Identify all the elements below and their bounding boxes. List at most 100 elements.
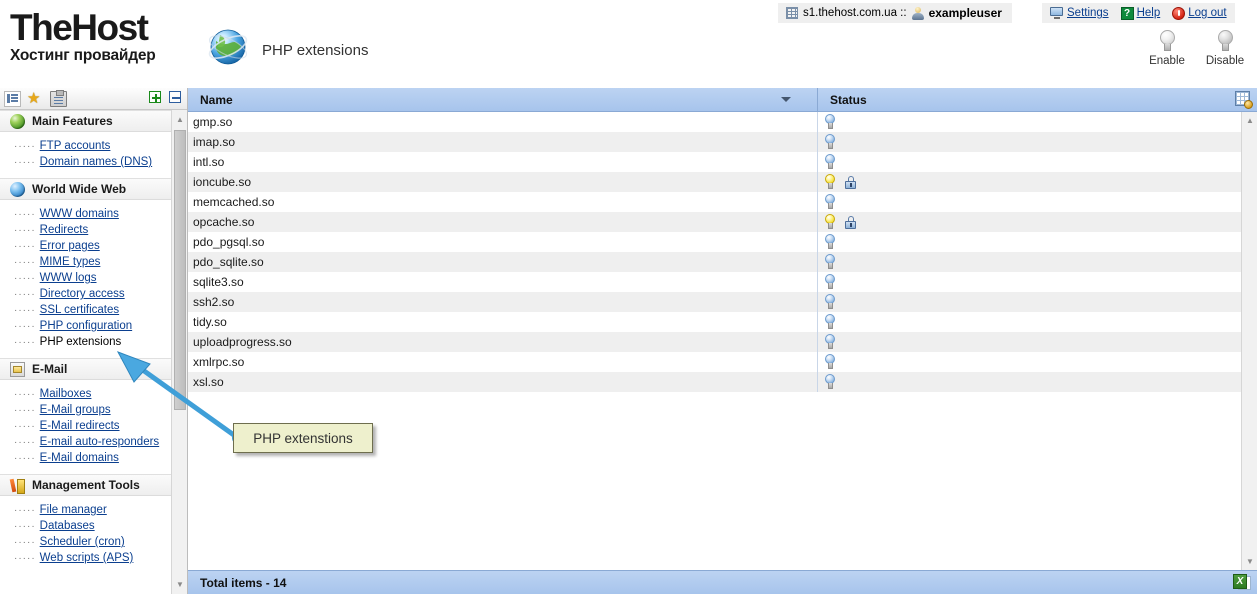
list-view-icon[interactable] [4,90,21,107]
sidebar-item-scheduler-cron[interactable]: ····· Scheduler (cron) [0,534,172,550]
excel-export-icon[interactable]: X [1233,574,1251,591]
sidebar-scrollbar[interactable]: ▲ ▼ [171,110,187,594]
sidebar-item-label[interactable]: E-Mail domains [40,452,119,464]
table-row[interactable]: uploadprogress.so [188,332,1241,352]
sidebar-item-label[interactable]: FTP accounts [40,140,111,152]
table-row[interactable]: gmp.so [188,112,1241,132]
sidebar-item-email-domains[interactable]: ····· E-Mail domains [0,450,172,466]
collapse-all-button[interactable] [169,91,181,103]
logout-link[interactable]: Log out [1188,7,1226,19]
sidebar-item-php-extensions[interactable]: ····· PHP extensions [0,334,172,350]
lightbulb-off-icon[interactable] [824,134,836,150]
table-row[interactable]: xsl.so [188,372,1241,392]
star-favorites-icon[interactable]: ★ [27,91,44,107]
sidebar-section-title: Main Features [32,114,113,128]
lightbulb-off-icon[interactable] [824,274,836,290]
table-row[interactable]: pdo_pgsql.so [188,232,1241,252]
tree-dots: ····· [14,388,36,400]
sidebar-section-email[interactable]: E-Mail [0,358,172,380]
sidebar-item-label[interactable]: Directory access [40,288,125,300]
lightbulb-on-icon[interactable] [824,214,836,230]
sidebar-item-label[interactable]: MIME types [40,256,101,268]
sidebar-item-ftp-accounts[interactable]: ····· FTP accounts [0,138,172,154]
sidebar-item-redirects[interactable]: ····· Redirects [0,222,172,238]
sidebar-item-mailboxes[interactable]: ····· Mailboxes [0,386,172,402]
sidebar-links-management-tools: ····· File manager ····· Databases ·····… [0,496,172,574]
sidebar-section-management-tools[interactable]: Management Tools [0,474,172,496]
sidebar-item-label[interactable]: Redirects [40,224,89,236]
sidebar-item-label[interactable]: E-mail auto-responders [40,436,160,448]
enable-button[interactable]: Enable [1145,30,1189,67]
lightbulb-off-icon[interactable] [824,334,836,350]
table-row[interactable]: tidy.so [188,312,1241,332]
sidebar-item-label[interactable]: Domain names (DNS) [40,156,152,168]
sidebar-item-label[interactable]: Error pages [40,240,100,252]
sidebar-item-error-pages[interactable]: ····· Error pages [0,238,172,254]
table-row[interactable]: ssh2.so [188,292,1241,312]
sidebar-item-domain-names[interactable]: ····· Domain names (DNS) [0,154,172,170]
grid-settings-icon[interactable] [1235,90,1253,109]
table-row[interactable]: intl.so [188,152,1241,172]
scroll-down-icon[interactable]: ▼ [174,579,186,590]
sidebar-item-directory-access[interactable]: ····· Directory access [0,286,172,302]
sidebar-item-email-auto-responders[interactable]: ····· E-mail auto-responders [0,434,172,450]
sidebar-item-php-configuration[interactable]: ····· PHP configuration [0,318,172,334]
scroll-down-icon[interactable]: ▼ [1244,556,1256,567]
table-row[interactable]: pdo_sqlite.so [188,252,1241,272]
clipboard-icon[interactable] [50,89,67,107]
sidebar-item-email-groups[interactable]: ····· E-Mail groups [0,402,172,418]
grid-scrollbar[interactable]: ▲ ▼ [1241,112,1257,570]
sidebar-section-main-features[interactable]: Main Features [0,110,172,132]
scrollbar-thumb[interactable] [174,130,186,410]
scroll-up-icon[interactable]: ▲ [174,114,186,125]
sidebar-item-file-manager[interactable]: ····· File manager [0,502,172,518]
table-row[interactable]: xmlrpc.so [188,352,1241,372]
table-row[interactable]: imap.so [188,132,1241,152]
sidebar-section-www[interactable]: World Wide Web [0,178,172,200]
sidebar-item-label[interactable]: WWW domains [40,208,119,220]
help-link[interactable]: Help [1137,7,1161,19]
sidebar-item-email-redirects[interactable]: ····· E-Mail redirects [0,418,172,434]
sidebar-item-label[interactable]: Mailboxes [40,388,92,400]
sidebar-item-ssl-certificates[interactable]: ····· SSL certificates [0,302,172,318]
sidebar-item-databases[interactable]: ····· Databases [0,518,172,534]
lightbulb-off-icon[interactable] [824,194,836,210]
lightbulb-off-icon[interactable] [824,234,836,250]
sidebar-item-label[interactable]: WWW logs [40,272,97,284]
lightbulb-off-icon[interactable] [824,294,836,310]
sidebar-nav: Main Features ····· FTP accounts ····· D… [0,110,172,594]
sidebar-item-label[interactable]: E-Mail redirects [40,420,120,432]
sidebar-item-label[interactable]: E-Mail groups [40,404,111,416]
table-row[interactable]: sqlite3.so [188,272,1241,292]
column-header-name[interactable]: Name [188,87,818,112]
lightbulb-off-icon[interactable] [824,314,836,330]
table-row[interactable]: memcached.so [188,192,1241,212]
sidebar-item-label[interactable]: Scheduler (cron) [40,536,125,548]
sidebar-item-www-logs[interactable]: ····· WWW logs [0,270,172,286]
lightbulb-off-icon[interactable] [824,254,836,270]
lightbulb-off-icon[interactable] [824,354,836,370]
sort-descending-icon[interactable] [781,96,791,102]
sidebar-item-web-scripts-aps[interactable]: ····· Web scripts (APS) [0,550,172,566]
sidebar-item-label[interactable]: Web scripts (APS) [40,552,134,564]
sidebar-item-label[interactable]: Databases [40,520,95,532]
column-header-status[interactable]: Status [818,88,1257,112]
sidebar-item-label[interactable]: File manager [40,504,107,516]
sidebar-item-www-domains[interactable]: ····· WWW domains [0,206,172,222]
lightbulb-off-icon[interactable] [824,114,836,130]
sidebar-item-mime-types[interactable]: ····· MIME types [0,254,172,270]
disable-button[interactable]: Disable [1203,30,1247,67]
tree-dots: ····· [14,520,36,532]
scroll-up-icon[interactable]: ▲ [1244,115,1256,126]
table-row[interactable]: opcache.so [188,212,1241,232]
lightbulb-off-icon[interactable] [824,374,836,390]
tree-dots: ····· [14,336,36,348]
lightbulb-on-icon[interactable] [824,174,836,190]
sidebar-item-label[interactable]: PHP configuration [40,320,132,332]
table-row[interactable]: ioncube.so [188,172,1241,192]
expand-all-button[interactable] [149,91,161,103]
extension-name-cell: memcached.so [188,192,818,212]
lightbulb-off-icon[interactable] [824,154,836,170]
settings-link[interactable]: Settings [1067,7,1109,19]
sidebar-item-label[interactable]: SSL certificates [40,304,119,316]
